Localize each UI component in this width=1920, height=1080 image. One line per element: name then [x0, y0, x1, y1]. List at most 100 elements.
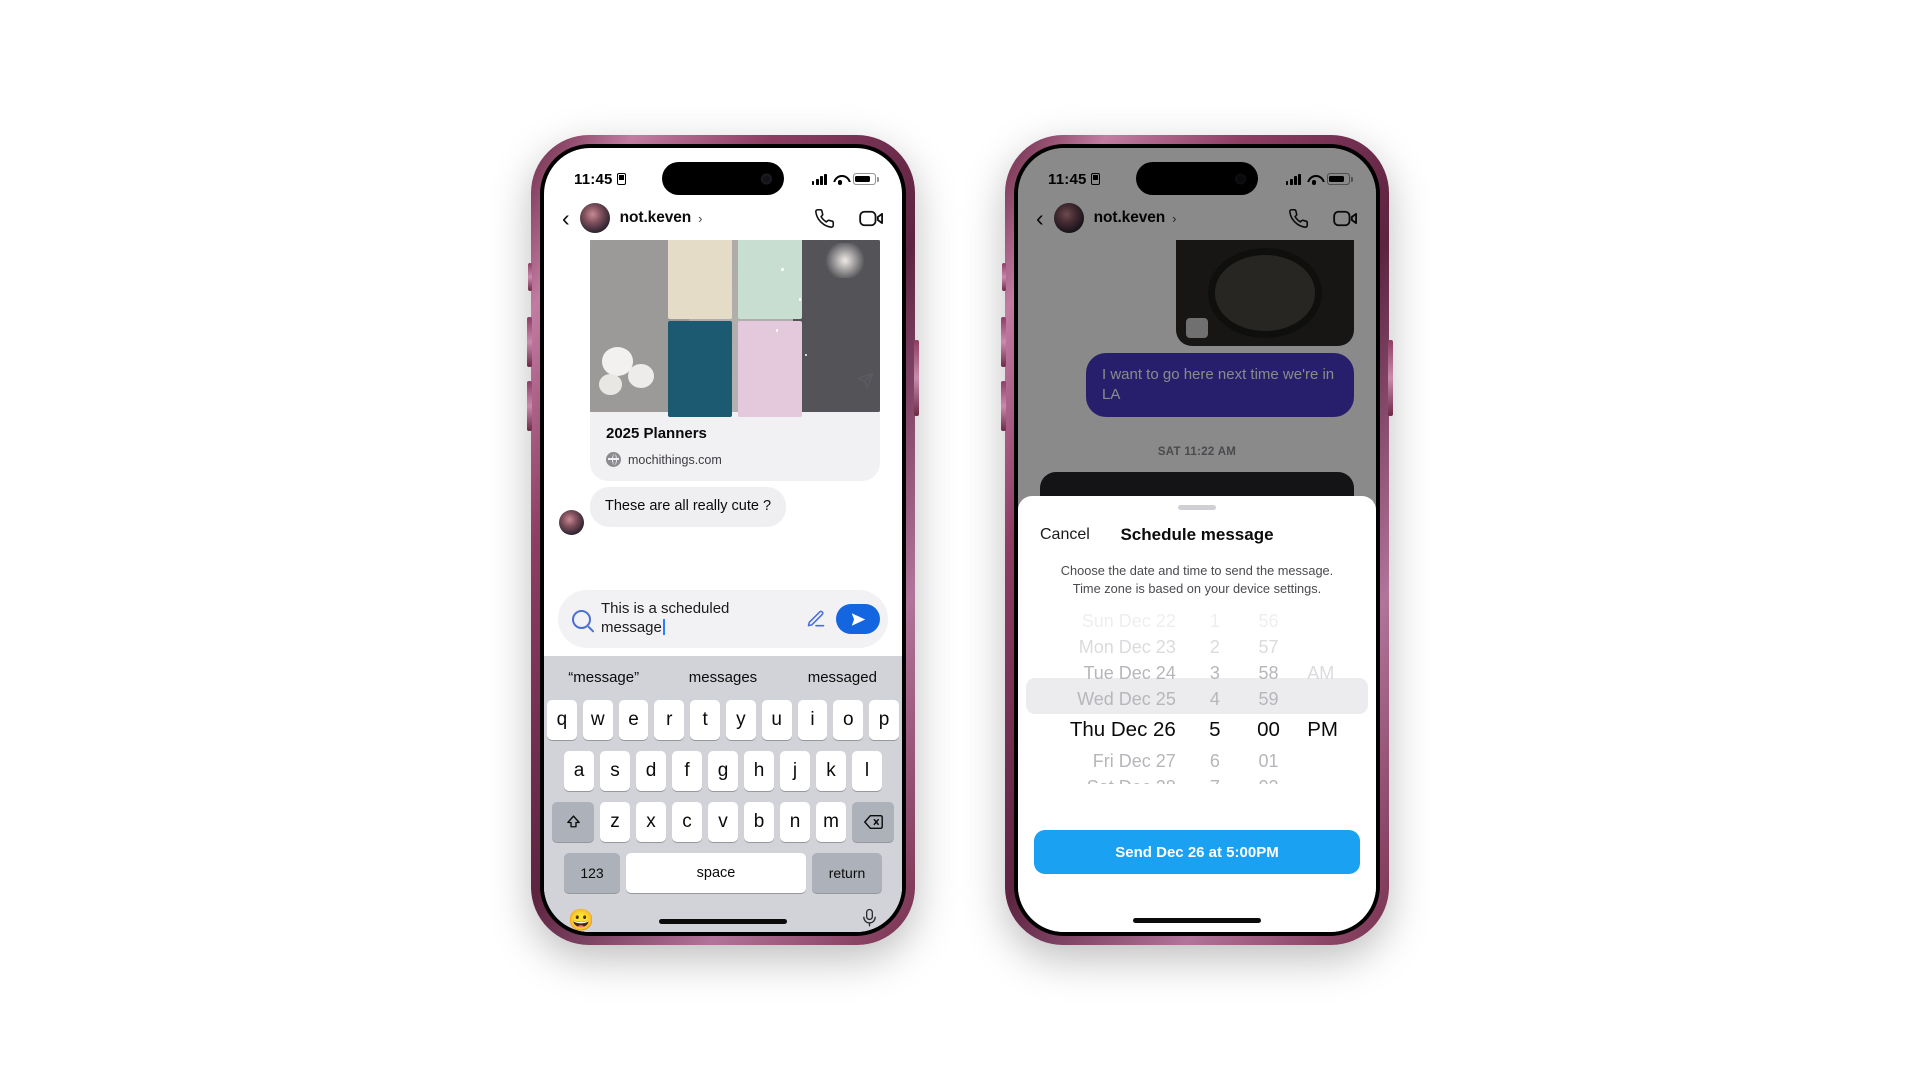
key-f[interactable]: f — [672, 751, 702, 791]
key-u[interactable]: u — [761, 700, 792, 740]
picker-minute-option[interactable]: 56 — [1259, 608, 1279, 634]
key-v[interactable]: v — [708, 802, 738, 842]
volume-down-button-right[interactable] — [1001, 381, 1006, 431]
emoji-smiley-icon[interactable]: 😀 — [568, 909, 594, 933]
numeric-key[interactable]: 123 — [564, 853, 620, 893]
key-r[interactable]: r — [654, 700, 685, 740]
microphone-icon[interactable] — [861, 907, 878, 932]
picker-hour-selected[interactable]: 5 — [1209, 712, 1220, 748]
status-bar-time: 11:45 — [574, 170, 613, 188]
picker-hour-option[interactable]: 6 — [1210, 748, 1220, 774]
key-b[interactable]: b — [744, 802, 774, 842]
schedule-message-sheet: Cancel Schedule message Choose the date … — [1018, 496, 1376, 932]
key-g[interactable]: g — [708, 751, 738, 791]
picker-column-date[interactable]: Sun Dec 22 Mon Dec 23 Tue Dec 24 Wed Dec… — [1018, 608, 1190, 784]
volume-down-button[interactable] — [527, 381, 532, 431]
key-e[interactable]: e — [618, 700, 649, 740]
send-button[interactable] — [836, 604, 880, 634]
phone-icon[interactable] — [814, 208, 835, 229]
key-z[interactable]: z — [600, 802, 630, 842]
chevron-left-icon[interactable]: ‹ — [562, 206, 570, 230]
incoming-message-bubble[interactable]: These are all really cute ? — [590, 487, 787, 528]
screenshot-stage: 11:45 ‹ not.keven › 2025 Planners mochit… — [0, 0, 1920, 1080]
key-y[interactable]: y — [726, 700, 756, 740]
picker-date-option[interactable]: Sun Dec 22 — [1082, 608, 1176, 634]
picker-hour-option[interactable]: 2 — [1210, 634, 1220, 660]
key-o[interactable]: o — [833, 700, 864, 740]
picker-hour-option[interactable]: 1 — [1210, 608, 1220, 634]
search-icon[interactable] — [572, 609, 591, 629]
suggestion-2[interactable]: messaged — [783, 669, 902, 686]
key-i[interactable]: i — [797, 700, 828, 740]
status-bar-left: 11:45 — [574, 171, 626, 188]
picker-hour-option[interactable]: 7 — [1210, 774, 1220, 784]
link-preview-image — [590, 240, 880, 418]
key-d[interactable]: d — [636, 751, 666, 791]
key-j[interactable]: j — [780, 751, 810, 791]
picker-date-option[interactable]: Sat Dec 28 — [1087, 774, 1176, 784]
message-input-field[interactable]: This is a scheduled message — [601, 600, 796, 637]
picker-date-option[interactable]: Mon Dec 23 — [1079, 634, 1176, 660]
status-bar-right — [811, 173, 879, 185]
picker-minute-option[interactable]: 02 — [1259, 774, 1279, 784]
suggestion-1[interactable]: messages — [663, 669, 782, 686]
left-phone-bezel: 11:45 ‹ not.keven › 2025 Planners mochit… — [540, 144, 906, 936]
key-x[interactable]: x — [636, 802, 666, 842]
on-screen-keyboard[interactable]: “message” messages messaged q w e r t y … — [544, 656, 902, 932]
power-button-right[interactable] — [1388, 340, 1393, 416]
picker-date-option[interactable]: Wed Dec 25 — [1077, 686, 1176, 712]
key-l[interactable]: l — [852, 751, 882, 791]
shift-arrow-icon[interactable] — [552, 802, 594, 842]
date-time-picker[interactable]: Sun Dec 22 Mon Dec 23 Tue Dec 24 Wed Dec… — [1018, 608, 1376, 784]
picker-minute-option[interactable]: 59 — [1259, 686, 1279, 712]
suggestion-0[interactable]: “message” — [544, 669, 663, 686]
picker-date-selected[interactable]: Thu Dec 26 — [1070, 712, 1176, 748]
key-p[interactable]: p — [869, 700, 899, 740]
picker-minute-option[interactable]: 01 — [1259, 748, 1279, 774]
power-button[interactable] — [914, 340, 919, 416]
right-phone-bezel: 11:45 ‹ not.keven › I want to go here ne… — [1014, 144, 1380, 936]
globe-icon — [606, 452, 621, 467]
video-camera-icon[interactable] — [859, 208, 884, 229]
right-phone-screen: 11:45 ‹ not.keven › I want to go here ne… — [1018, 148, 1376, 932]
picker-minute-selected[interactable]: 00 — [1257, 712, 1280, 748]
cancel-button[interactable]: Cancel — [1040, 526, 1090, 544]
silent-switch-right[interactable] — [1002, 263, 1006, 291]
picker-column-meridiem[interactable]: . . AM . PM — [1297, 608, 1376, 784]
volume-up-button-right[interactable] — [1001, 317, 1006, 367]
key-h[interactable]: h — [744, 751, 774, 791]
pencil-edit-icon[interactable] — [806, 609, 826, 629]
picker-column-minute[interactable]: 56 57 58 59 00 01 02 03 — [1240, 608, 1297, 784]
key-m[interactable]: m — [816, 802, 846, 842]
keyboard-suggestion-row[interactable]: “message” messages messaged — [544, 656, 902, 698]
picker-meridiem-option[interactable]: AM — [1307, 660, 1334, 686]
key-w[interactable]: w — [582, 700, 613, 740]
picker-minute-option[interactable]: 57 — [1259, 634, 1279, 660]
avatar[interactable] — [579, 203, 610, 233]
backspace-icon[interactable] — [852, 802, 894, 842]
picker-minute-option[interactable]: 58 — [1259, 660, 1279, 686]
key-n[interactable]: n — [780, 802, 810, 842]
picker-hour-option[interactable]: 4 — [1210, 686, 1220, 712]
picker-column-hour[interactable]: 1 2 3 4 5 6 7 8 — [1190, 608, 1240, 784]
return-key[interactable]: return — [812, 853, 882, 893]
key-q[interactable]: q — [547, 700, 577, 740]
picker-date-option[interactable]: Tue Dec 24 — [1083, 660, 1175, 686]
send-scheduled-message-button[interactable]: Send Dec 26 at 5:00PM — [1034, 830, 1360, 874]
key-k[interactable]: k — [816, 751, 846, 791]
key-a[interactable]: a — [564, 751, 594, 791]
chat-username[interactable]: not.keven — [620, 209, 692, 227]
link-preview-card[interactable]: 2025 Planners mochithings.com — [590, 240, 880, 481]
picker-meridiem-spacer: . — [1307, 608, 1312, 634]
picker-hour-option[interactable]: 3 — [1210, 660, 1220, 686]
picker-date-option[interactable]: Fri Dec 27 — [1093, 748, 1176, 774]
picker-meridiem-selected[interactable]: PM — [1307, 712, 1338, 748]
key-c[interactable]: c — [672, 802, 702, 842]
silent-switch[interactable] — [528, 263, 532, 291]
volume-up-button[interactable] — [527, 317, 532, 367]
message-input-bar[interactable]: This is a scheduled message — [558, 590, 888, 648]
key-t[interactable]: t — [690, 700, 720, 740]
space-key[interactable]: space — [626, 853, 806, 893]
key-s[interactable]: s — [600, 751, 630, 791]
dynamic-island — [662, 162, 784, 195]
